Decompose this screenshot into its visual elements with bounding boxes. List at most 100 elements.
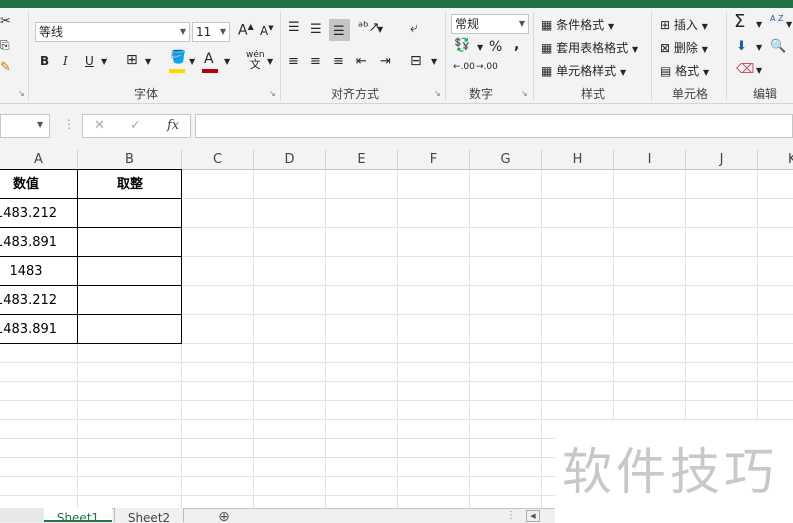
chevron-down-icon[interactable]: ▼ bbox=[377, 25, 383, 34]
clear-eraser-icon[interactable]: ⌫ bbox=[736, 62, 754, 77]
chevron-down-icon[interactable]: ▼ bbox=[101, 57, 107, 66]
format-button[interactable]: ▤ 格式 ▼ bbox=[660, 62, 709, 79]
chevron-down-icon: ▼ bbox=[219, 27, 226, 36]
format-as-table-button[interactable]: ▦ 套用表格格式 ▼ bbox=[541, 39, 638, 56]
cell-a6[interactable]: 1483.891 bbox=[0, 315, 58, 344]
number-launcher-icon[interactable]: ↘ bbox=[521, 89, 528, 98]
title-bar-strip bbox=[0, 0, 793, 8]
align-right-icon[interactable]: ≡ bbox=[333, 54, 344, 69]
cell-b2[interactable] bbox=[78, 199, 182, 228]
scroll-left-icon[interactable]: ◀ bbox=[526, 510, 540, 522]
align-center-icon[interactable]: ≡ bbox=[310, 54, 321, 69]
insert-function-icon[interactable]: fx bbox=[167, 118, 179, 133]
cell-styles-button[interactable]: ▦ 单元格样式 ▼ bbox=[541, 62, 626, 79]
chevron-down-icon[interactable]: ▼ bbox=[756, 66, 762, 75]
font-color-button[interactable]: A bbox=[204, 51, 214, 67]
column-header-c[interactable]: C bbox=[182, 150, 254, 170]
font-name-combo[interactable]: 等线 ▼ bbox=[35, 22, 190, 42]
tab-scroll-area[interactable] bbox=[0, 508, 45, 522]
chevron-down-icon[interactable]: ▼ bbox=[224, 57, 230, 66]
fill-down-icon[interactable]: ⬇ bbox=[736, 39, 747, 54]
increase-indent-icon[interactable]: ⇥ bbox=[380, 54, 391, 69]
cell-a4[interactable]: 1483 bbox=[0, 257, 52, 286]
cell-b3[interactable] bbox=[78, 228, 182, 257]
cell-b1[interactable]: 取整 bbox=[78, 170, 182, 199]
number-format-combo[interactable]: 常规 ▼ bbox=[451, 14, 529, 34]
chevron-down-icon[interactable]: ▼ bbox=[37, 120, 43, 129]
sheet-tab-sheet1[interactable]: Sheet1 bbox=[44, 508, 112, 522]
chevron-down-icon[interactable]: ▼ bbox=[477, 43, 483, 52]
increase-decimal-button[interactable]: ←.00 bbox=[453, 62, 475, 72]
column-header-f[interactable]: F bbox=[398, 150, 470, 170]
autosum-button[interactable]: Σ bbox=[734, 11, 745, 32]
align-bottom-icon[interactable]: ☰ bbox=[333, 24, 345, 39]
borders-icon[interactable]: ⊞ bbox=[126, 52, 138, 68]
column-header-i[interactable]: I bbox=[614, 150, 686, 170]
percent-button[interactable]: % bbox=[489, 39, 502, 55]
copy-icon[interactable]: ⎘ bbox=[0, 38, 10, 53]
enter-icon[interactable]: ✓ bbox=[130, 118, 141, 133]
bold-button[interactable]: B bbox=[40, 54, 49, 68]
column-header-k[interactable]: K bbox=[758, 150, 793, 170]
wrap-text-icon[interactable]: ⤶ bbox=[410, 20, 418, 36]
fill-color-icon[interactable]: 🪣 bbox=[170, 50, 186, 65]
column-header-h[interactable]: H bbox=[542, 150, 614, 170]
formula-input[interactable] bbox=[195, 114, 793, 138]
column-header-e[interactable]: E bbox=[326, 150, 398, 170]
align-top-icon[interactable]: ☰ bbox=[288, 20, 300, 35]
column-header-d[interactable]: D bbox=[254, 150, 326, 170]
cancel-icon[interactable]: ✕ bbox=[94, 118, 105, 133]
align-left-icon[interactable]: ≡ bbox=[288, 54, 299, 69]
chevron-down-icon[interactable]: ▼ bbox=[189, 57, 195, 66]
merge-center-icon[interactable]: ⊟ bbox=[410, 53, 422, 69]
column-header-j[interactable]: J bbox=[686, 150, 758, 170]
comma-button[interactable]: , bbox=[514, 37, 519, 53]
cell-b6[interactable] bbox=[78, 315, 182, 344]
column-header-g[interactable]: G bbox=[470, 150, 542, 170]
format-painter-icon[interactable]: ✎ bbox=[0, 60, 11, 75]
cell-a3[interactable]: 1483.891 bbox=[0, 228, 58, 257]
chevron-down-icon: ▼ bbox=[518, 19, 525, 28]
cut-icon[interactable]: ✂ bbox=[0, 14, 11, 29]
column-header-b[interactable]: B bbox=[78, 150, 182, 170]
shrink-font-button[interactable]: A▼ bbox=[260, 24, 274, 38]
formula-bar-splitter-icon[interactable]: ⋮ bbox=[63, 117, 75, 131]
grow-font-button[interactable]: A▲ bbox=[238, 22, 254, 39]
align-launcher-icon[interactable]: ↘ bbox=[434, 89, 441, 98]
clipboard-launcher-icon[interactable]: ↘ bbox=[18, 89, 25, 98]
name-box[interactable]: ▼ bbox=[0, 114, 50, 138]
chevron-down-icon[interactable]: ▼ bbox=[756, 43, 762, 52]
insert-button[interactable]: ⊞ 插入 ▼ bbox=[660, 16, 708, 33]
font-size-combo[interactable]: 11 ▼ bbox=[192, 22, 230, 42]
font-size-value: 11 bbox=[196, 25, 212, 39]
cell-styles-label: 单元格样式 bbox=[556, 64, 617, 78]
cell-a5[interactable]: 1483.212 bbox=[0, 286, 58, 315]
conditional-format-button[interactable]: ▦ 条件格式 ▼ bbox=[541, 16, 614, 33]
tab-splitter-icon[interactable]: ⋮ bbox=[506, 510, 516, 521]
cell-b5[interactable] bbox=[78, 286, 182, 315]
sort-filter-button[interactable]: A Z bbox=[770, 14, 784, 23]
formula-buttons: ✕ ✓ fx bbox=[82, 114, 191, 138]
sheet-tab-sheet2[interactable]: Sheet2 bbox=[114, 508, 184, 522]
cell-a2[interactable]: 1483.212 bbox=[0, 199, 58, 228]
phonetic-guide-button[interactable]: wén 文 bbox=[246, 50, 265, 71]
decrease-indent-icon[interactable]: ⇤ bbox=[356, 54, 367, 69]
italic-button[interactable]: I bbox=[63, 54, 68, 68]
chevron-down-icon[interactable]: ▼ bbox=[267, 57, 273, 66]
chevron-down-icon[interactable]: ▼ bbox=[786, 20, 792, 29]
underline-button[interactable]: U bbox=[85, 54, 94, 68]
find-select-icon[interactable]: 🔍 bbox=[770, 39, 786, 54]
format-cells-icon: ▤ bbox=[660, 64, 672, 78]
delete-button[interactable]: ⊠ 删除 ▼ bbox=[660, 39, 708, 56]
chevron-down-icon[interactable]: ▼ bbox=[756, 20, 762, 29]
chevron-down-icon[interactable]: ▼ bbox=[145, 57, 151, 66]
font-launcher-icon[interactable]: ↘ bbox=[269, 89, 276, 98]
decrease-decimal-button[interactable]: →.00 bbox=[476, 62, 498, 72]
column-header-a[interactable]: A bbox=[0, 150, 78, 170]
add-sheet-button[interactable]: ⊕ bbox=[210, 508, 238, 522]
align-middle-icon[interactable]: ☰ bbox=[310, 22, 322, 37]
cell-a1[interactable]: 数值 bbox=[0, 170, 52, 199]
cell-b4[interactable] bbox=[78, 257, 182, 286]
chevron-down-icon[interactable]: ▼ bbox=[431, 57, 437, 66]
currency-icon[interactable]: 💱 bbox=[454, 38, 470, 53]
